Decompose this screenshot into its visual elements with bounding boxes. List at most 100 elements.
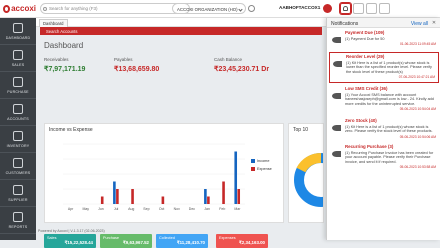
notification-message: (1) Recurring Purchase Invoice has been … bbox=[345, 150, 434, 164]
x-tick-label: Oct bbox=[159, 207, 164, 211]
collected-card-value: ₹11,28,410.70 bbox=[176, 240, 205, 245]
sidebar-item-label: REPORTS bbox=[8, 224, 28, 229]
bar-expense bbox=[237, 189, 241, 204]
sidebar-item-label: DASHBOARD bbox=[5, 35, 31, 40]
notification-title: Reorder Level (29) bbox=[346, 54, 385, 59]
x-tick-label: Jun bbox=[98, 207, 104, 211]
top10-title: Top 10 bbox=[293, 127, 309, 133]
receivables-label: Receivables bbox=[44, 57, 69, 62]
sidebar-item-label: PURCHASE bbox=[7, 89, 29, 94]
search-accounts-banner[interactable]: Search Accounts bbox=[40, 27, 322, 35]
bar-expense bbox=[222, 181, 225, 204]
help-icon[interactable] bbox=[366, 3, 377, 14]
megaphone-icon bbox=[332, 37, 341, 43]
organization-name: ACCOXI ORGANIZATION (HO) bbox=[177, 7, 238, 12]
payables-summary[interactable]: Payables ₹13,68,659.80 bbox=[114, 57, 159, 79]
top-bar: Search for anything (F3) ACCOXI ORGANIZA… bbox=[36, 0, 440, 18]
notification-date: 07-06-2023 10:47:21 AM bbox=[398, 75, 435, 80]
notification-title: Recurring Purchase (3) bbox=[345, 144, 394, 149]
cash-balance-label: Cash Balance bbox=[214, 57, 243, 62]
notification-item[interactable]: Payment Due (109) (1) Payment Due for 50… bbox=[329, 29, 439, 49]
notification-item[interactable]: Low SMS Credit (36) (1) Your Accoxi SMS … bbox=[329, 85, 439, 114]
expenses-card-label: Expenses bbox=[219, 236, 236, 240]
sales-icon bbox=[13, 49, 23, 60]
sales-card-value: ₹15,22,528.44 bbox=[64, 240, 93, 245]
dashboard-content: Search Accounts Dashboard Receivables ₹7… bbox=[36, 27, 348, 248]
x-tick-label: Mar bbox=[234, 207, 241, 211]
dashboard-icon bbox=[13, 22, 23, 33]
organization-select[interactable]: ACCOXI ORGANIZATION (HO) bbox=[172, 3, 246, 14]
top10-panel: Top 10 bbox=[288, 123, 348, 223]
close-icon[interactable]: ✕ bbox=[431, 20, 437, 26]
top10-donut-chart bbox=[294, 153, 348, 207]
view-all-link[interactable]: View all bbox=[411, 21, 428, 27]
footer: Powered by Accoxi | V-1.3.17 (02-06-2023… bbox=[38, 229, 105, 233]
page-title: Dashboard bbox=[44, 41, 84, 50]
income-expense-panel: Income vs Expense Apr May Jun Jul Aug Sep Oct N… bbox=[44, 123, 284, 223]
sidebar-item-purchase[interactable]: PURCHASE bbox=[0, 72, 36, 99]
sidebar-item-sales[interactable]: SALES bbox=[0, 45, 36, 72]
expenses-card[interactable]: Expenses ₹2,34,163.00 bbox=[216, 234, 268, 248]
bar-income bbox=[234, 151, 238, 204]
notifications-panel: Notifications View all ✕ Payment Due (10… bbox=[326, 18, 440, 240]
payables-value: ₹13,68,659.80 bbox=[114, 66, 160, 73]
cash-balance-summary[interactable]: Cash Balance ₹23,45,230.71 Dr bbox=[214, 57, 269, 79]
bar-income bbox=[204, 189, 207, 204]
bar-expense bbox=[161, 196, 165, 204]
supplier-icon bbox=[13, 184, 23, 195]
customers-icon bbox=[13, 157, 23, 168]
x-tick-label: Jan bbox=[204, 207, 210, 211]
notification-item[interactable]: Reorder Level (29) (1) Kit Here is a lis… bbox=[329, 52, 439, 83]
inventory-icon bbox=[13, 130, 23, 141]
tab-bar: Dashboard bbox=[36, 18, 326, 27]
notification-item[interactable]: Zero Stock (40) (1) Kit Here is a list o… bbox=[329, 117, 439, 141]
collected-card[interactable]: Collected ₹11,28,410.70 bbox=[156, 234, 208, 248]
notification-message: (1) Kit Here is a list of 1 product(s) w… bbox=[345, 124, 433, 134]
x-tick-label: Sep bbox=[143, 207, 149, 211]
sidebar-item-label: INVENTORY bbox=[6, 143, 30, 148]
megaphone-icon bbox=[333, 61, 342, 67]
sidebar-item-supplier[interactable]: SUPPLIER bbox=[0, 180, 36, 207]
tab-dashboard[interactable]: Dashboard bbox=[39, 19, 68, 27]
collected-card-label: Collected bbox=[159, 236, 175, 240]
sidebar-item-reports[interactable]: REPORTS bbox=[0, 207, 36, 234]
x-tick-label: Feb bbox=[219, 207, 225, 211]
app-logo[interactable]: accoxi bbox=[0, 0, 36, 18]
x-tick-label: Apr bbox=[68, 207, 74, 211]
notification-item[interactable]: Recurring Purchase (3) (1) Recurring Pur… bbox=[329, 143, 439, 172]
x-tick-label: Jul bbox=[114, 207, 119, 211]
chevron-down-icon bbox=[238, 7, 243, 12]
purchase-card-value: ₹9,63,967.52 bbox=[123, 240, 149, 245]
bar-expense bbox=[207, 196, 210, 204]
logo-text: accoxi bbox=[11, 4, 36, 13]
notifications-button[interactable] bbox=[340, 3, 351, 14]
purchase-card[interactable]: Purchase ₹9,63,967.52 bbox=[100, 234, 152, 248]
search-icon bbox=[43, 7, 47, 11]
notification-title: Zero Stock (40) bbox=[345, 118, 377, 123]
x-tick-label: Dec bbox=[189, 207, 195, 211]
reports-icon bbox=[13, 211, 23, 222]
search-input[interactable]: Search for anything (F3) bbox=[40, 3, 190, 14]
sidebar-item-inventory[interactable]: INVENTORY bbox=[0, 126, 36, 153]
legend-swatch bbox=[251, 167, 255, 171]
notification-date: 05-06-2023 10:54:06 AM bbox=[399, 134, 436, 139]
accounts-icon bbox=[13, 103, 23, 114]
add-organization-icon[interactable] bbox=[248, 5, 255, 12]
sidebar-item-dashboard[interactable]: DASHBOARD bbox=[0, 18, 36, 45]
notification-message: (1) Your Accoxi SMS balance with account… bbox=[345, 92, 434, 106]
settings-icon[interactable] bbox=[353, 3, 364, 14]
receivables-summary[interactable]: Receivables ₹7,97,171.19 bbox=[44, 57, 85, 79]
notification-message: (1) Payment Due for 50 bbox=[345, 36, 385, 41]
sales-card[interactable]: Sales ₹15,22,528.44 bbox=[44, 234, 96, 248]
user-name[interactable]: AABHOFTACCOX1 bbox=[279, 5, 320, 10]
sidebar-item-customers[interactable]: CUSTOMERS bbox=[0, 153, 36, 180]
logo-icon bbox=[3, 4, 11, 13]
notification-message: (1) Kit Here is a list of 1 product(s) w… bbox=[346, 60, 432, 74]
sidebar-item-label: CUSTOMERS bbox=[5, 170, 31, 175]
notifications-header: Notifications View all ✕ bbox=[327, 18, 440, 28]
sidebar-item-accounts[interactable]: ACCOUNTS bbox=[0, 99, 36, 126]
logout-icon[interactable] bbox=[379, 3, 390, 14]
legend-label: Income bbox=[257, 159, 269, 163]
avatar[interactable] bbox=[323, 4, 332, 13]
receivables-value: ₹7,97,171.19 bbox=[44, 66, 86, 73]
